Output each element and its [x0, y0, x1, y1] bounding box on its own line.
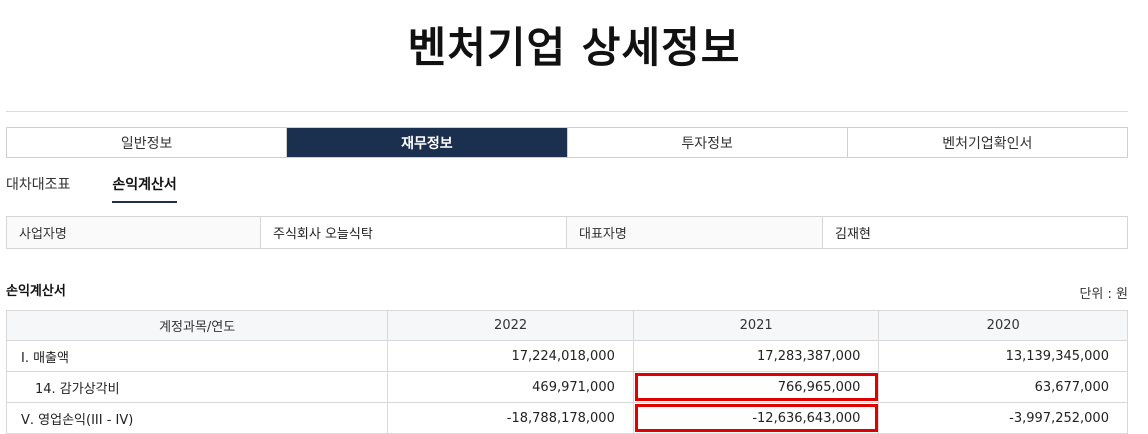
tab-general-info[interactable]: 일반정보 [7, 128, 288, 157]
page-title: 벤처기업 상세정보 [407, 23, 741, 72]
account-name: 14. 감가상각비 [7, 372, 389, 402]
ceo-name-value: 김재현 [823, 217, 1127, 248]
value-2021-highlighted: -12,636,643,000 [634, 403, 880, 433]
table-row: Ⅴ. 영업손익(III - IV) -18,788,178,000 -12,63… [6, 403, 1128, 434]
table-header-row: 계정과목/연도 2022 2021 2020 [6, 310, 1128, 341]
value-2020: 63,677,000 [1034, 379, 1109, 395]
ceo-name-label: 대표자명 [567, 217, 823, 248]
subtab-balance-sheet[interactable]: 대차대조표 [6, 174, 70, 201]
table-row: Ⅰ. 매출액 17,224,018,000 17,283,387,000 13,… [6, 341, 1128, 372]
company-name-value: 주식회사 오늘식탁 [261, 217, 567, 248]
value-2020: 13,139,345,000 [1005, 348, 1109, 364]
header-2021: 2021 [634, 311, 880, 340]
header-2022: 2022 [388, 311, 634, 340]
header-2020: 2020 [986, 318, 1020, 333]
value-2022: -18,788,178,000 [388, 403, 634, 433]
value-2020: -3,997,252,000 [1009, 410, 1109, 426]
table-row: 14. 감가상각비 469,971,000 766,965,000 63,677… [6, 372, 1128, 403]
income-statement-table: 계정과목/연도 2022 2021 2020 Ⅰ. 매출액 17,224,018… [6, 310, 1128, 434]
company-info-bar: 사업자명 주식회사 오늘식탁 대표자명 김재현 [6, 216, 1128, 249]
tab-investment-info[interactable]: 투자정보 [568, 128, 848, 157]
value-2021-highlighted: 766,965,000 [634, 372, 880, 402]
account-name: Ⅰ. 매출액 [7, 341, 389, 371]
subtab-income-statement[interactable]: 손익계산서 [112, 174, 177, 203]
value-2021: 17,283,387,000 [634, 341, 880, 371]
header-account: 계정과목/연도 [7, 311, 389, 340]
tab-financial-info[interactable]: 재무정보 [287, 128, 568, 157]
company-name-label: 사업자명 [7, 217, 261, 248]
tab-venture-certificate[interactable]: 벤처기업확인서 [848, 128, 1127, 157]
divider [6, 111, 1128, 112]
unit-label: 단위 : 원 [1079, 287, 1128, 302]
section-title: 손익계산서 [6, 284, 66, 299]
value-2022: 469,971,000 [388, 372, 634, 402]
value-2022: 17,224,018,000 [388, 341, 634, 371]
account-name: Ⅴ. 영업손익(III - IV) [7, 403, 389, 433]
statement-subtabs: 대차대조표 손익계산서 [6, 174, 219, 204]
main-tabs: 일반정보 재무정보 투자정보 벤처기업확인서 [6, 127, 1128, 158]
